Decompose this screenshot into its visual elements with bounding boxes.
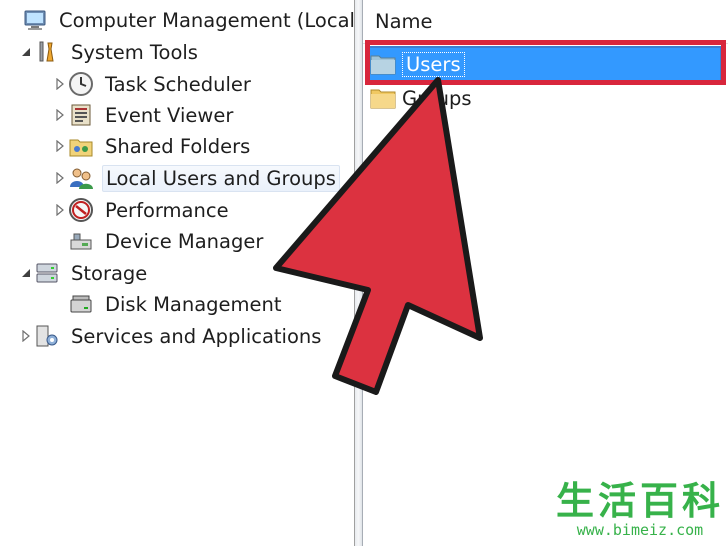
watermark: 生活百科 www.bimeiz.com — [556, 480, 724, 538]
watermark-text: 生活百科 — [555, 479, 724, 523]
task-scheduler-icon — [68, 71, 94, 97]
tree-item-device-manager[interactable]: Device Manager — [52, 226, 266, 256]
shared-folders-icon — [68, 133, 94, 159]
folder-icon — [370, 55, 396, 75]
event-viewer-icon — [68, 102, 94, 128]
collapsed-arrow-icon[interactable] — [52, 131, 68, 161]
tree-item-label: Device Manager — [105, 229, 264, 253]
tree-item-computer-management[interactable]: Computer Management (Local) — [6, 5, 366, 35]
console-tree: Computer Management (Local) System Tools… — [0, 0, 363, 546]
tree-item-label: Disk Management — [105, 292, 282, 316]
tree-item-event-viewer[interactable]: Event Viewer — [52, 100, 236, 130]
services-applications-icon — [34, 323, 60, 349]
tree-item-shared-folders[interactable]: Shared Folders — [52, 131, 253, 161]
tree-item-task-scheduler[interactable]: Task Scheduler — [52, 69, 254, 99]
storage-icon — [34, 260, 60, 286]
list-item-groups[interactable]: Groups — [370, 82, 472, 114]
collapsed-arrow-icon[interactable] — [18, 321, 34, 351]
folder-icon — [370, 89, 396, 109]
expanded-arrow-icon[interactable] — [18, 258, 34, 288]
tree-item-label: Performance — [105, 198, 229, 222]
system-tools-icon — [34, 39, 60, 65]
watermark-url: www.bimeiz.com — [576, 521, 704, 539]
list-item-users[interactable]: Users — [368, 46, 722, 82]
tree-item-performance[interactable]: Performance — [52, 195, 232, 225]
tree-item-storage[interactable]: Storage — [18, 258, 150, 288]
list-item-label: Users — [402, 51, 465, 77]
tree-item-label: Shared Folders — [105, 134, 251, 158]
tree-item-label: Task Scheduler — [105, 72, 251, 96]
pane-splitter[interactable] — [355, 0, 363, 546]
tree-item-services-and-applications[interactable]: Services and Applications — [18, 321, 324, 351]
collapsed-arrow-icon[interactable] — [52, 163, 68, 193]
tree-item-disk-management[interactable]: Disk Management — [52, 289, 285, 319]
column-header-label: Name — [375, 10, 433, 33]
collapsed-arrow-icon[interactable] — [52, 100, 68, 130]
tree-item-label: Computer Management (Local) — [59, 8, 363, 32]
disk-management-icon — [68, 291, 94, 317]
computer-management-icon — [22, 7, 48, 33]
tree-item-label: Storage — [71, 261, 148, 285]
performance-icon — [68, 197, 94, 223]
tree-item-system-tools[interactable]: System Tools — [18, 37, 201, 67]
collapsed-arrow-icon[interactable] — [52, 195, 68, 225]
collapsed-arrow-icon[interactable] — [52, 69, 68, 99]
tree-item-label: System Tools — [71, 40, 198, 64]
tree-item-label: Event Viewer — [105, 103, 234, 127]
local-users-groups-icon — [68, 165, 94, 191]
details-list: Name Users Groups — [363, 0, 728, 546]
list-item-label: Groups — [402, 86, 472, 110]
column-header-name[interactable]: Name — [363, 0, 728, 44]
expanded-arrow-icon[interactable] — [18, 37, 34, 67]
device-manager-icon — [68, 228, 94, 254]
tree-item-label: Local Users and Groups — [102, 164, 340, 192]
tree-item-local-users-and-groups[interactable]: Local Users and Groups — [52, 163, 340, 193]
tree-item-label: Services and Applications — [71, 324, 322, 348]
